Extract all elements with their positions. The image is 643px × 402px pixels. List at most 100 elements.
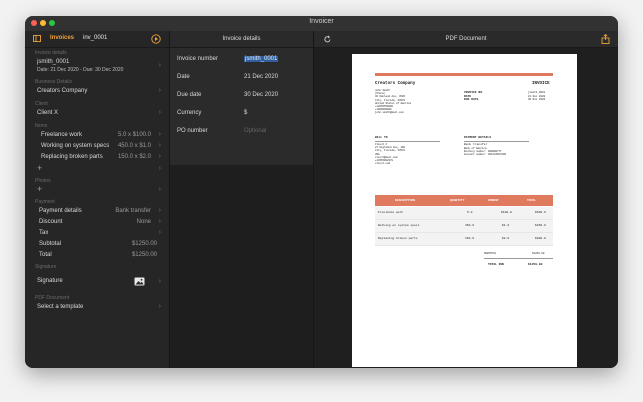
item-name: Replacing broken parts	[41, 154, 103, 160]
pdf-payment-label: PAYMENT DETAILS	[464, 136, 492, 139]
invoice-details-pane: Invoice details Invoice number jsmith_00…	[170, 31, 314, 368]
share-icon[interactable]	[601, 34, 610, 44]
pdf-col-total: TOTAL	[527, 199, 537, 202]
row-amount: $1.0	[502, 224, 510, 227]
pdf-meta-labels: INVOICE NO. DATE DUE DATE	[464, 91, 484, 102]
pdf-document-header: PDF Document	[314, 31, 618, 48]
pdf-from-address: John Smith (Phone) 46 Oakland Ave, 4506 …	[375, 89, 412, 115]
pdf-col-amount: AMOUNT	[488, 199, 499, 202]
payment-details-item[interactable]: Payment details Bank transfer ›	[25, 206, 169, 217]
chevron-right-icon: ›	[158, 218, 161, 225]
business-item[interactable]: Creators Company ›	[25, 86, 169, 97]
chevron-right-icon: ›	[158, 303, 161, 310]
invoice-dates: Date: 21 Dec 2020 - Due: 30 Dec 2020	[37, 67, 124, 73]
invoice-details-form: Invoice number jsmith_0001 Date 21 Dec 2…	[170, 48, 313, 165]
field-label: Due date	[177, 92, 202, 98]
total-label: Total	[39, 252, 52, 258]
total-row: Total $1250.00	[25, 250, 169, 261]
invoices-back-link[interactable]: Invoices	[50, 35, 74, 41]
date-input[interactable]: 21 Dec 2020	[244, 74, 278, 80]
chevron-right-icon: ›	[158, 278, 161, 285]
field-label: Invoice number	[177, 56, 219, 62]
client-name: Client X	[37, 110, 59, 116]
row-total: $300.0	[535, 237, 546, 240]
pdf-company: Creators Company	[375, 82, 416, 86]
signature-item[interactable]: Signature ›	[25, 276, 169, 289]
pdf-meta-values: jsmith_0001 21 Dec 2020 30 Dec 2020	[528, 91, 546, 102]
sidebar-header: Invoices inv_0001	[25, 31, 169, 48]
due-date-field[interactable]: Due date 30 Dec 2020	[170, 86, 313, 104]
row-description: Working on system specs	[378, 224, 420, 227]
field-label: Currency	[177, 110, 202, 116]
select-template-item[interactable]: Select a template ›	[25, 302, 169, 313]
window-title: Invoicer	[309, 18, 334, 25]
chevron-right-icon: ›	[158, 131, 161, 138]
payment-value: Bank transfer	[115, 208, 151, 214]
list-item[interactable]: Replacing broken parts 150.0 x $2.0 ›	[25, 152, 169, 163]
po-number-field[interactable]: PO number Optional	[170, 122, 313, 140]
tax-item[interactable]: Tax ›	[25, 228, 169, 239]
payment-label: Payment details	[39, 208, 82, 214]
invoice-summary-item[interactable]: jsmith_0001 Date: 21 Dec 2020 - Due: 30 …	[25, 57, 169, 75]
sidebar-toggle-icon[interactable]	[33, 35, 41, 42]
chevron-right-icon: ›	[158, 142, 161, 149]
pdf-heading: INVOICE	[532, 82, 550, 86]
pdf-divider	[464, 141, 529, 142]
chevron-right-icon: ›	[158, 165, 161, 172]
section-signature: Signature	[35, 264, 57, 270]
chevron-right-icon: ›	[158, 229, 161, 236]
subtotal-value: $1250.00	[131, 241, 157, 247]
add-photo-button[interactable]: + ›	[25, 184, 169, 196]
field-label: PO number	[177, 128, 208, 134]
pdf-preview-pane: PDF Document Creators Company INVOICE Jo…	[314, 31, 618, 368]
sidebar: Invoices inv_0001 Invoice details jsmith…	[25, 31, 170, 368]
chevron-right-icon: ›	[158, 186, 161, 193]
pdf-total-value: $1250.00	[528, 263, 543, 266]
client-item[interactable]: Client X ›	[25, 108, 169, 119]
table-row: Working on system specs 450.0 $1.0 $450.…	[375, 220, 553, 233]
pdf-subtotal-label: SUBTOTAL	[484, 252, 497, 255]
play-icon[interactable]	[151, 34, 161, 44]
date-field[interactable]: Date 21 Dec 2020	[170, 68, 313, 86]
item-value: 5.0 x $100.0	[117, 132, 151, 138]
pdf-divider	[484, 258, 553, 259]
section-payment: Payment	[35, 199, 55, 205]
row-description: Freelance work	[378, 211, 404, 214]
list-item[interactable]: Working on system specs 450.0 x $1.0 ›	[25, 141, 169, 152]
discount-label: Discount	[39, 219, 63, 225]
business-name: Creators Company	[37, 88, 88, 94]
section-client: Client	[35, 101, 48, 107]
section-pdf-document: PDF Document	[35, 295, 70, 301]
row-amount: $100.0	[501, 211, 512, 214]
row-quantity: 150.0	[465, 237, 475, 240]
pdf-bill-to-label: BILL TO	[375, 136, 388, 139]
subtotal-row: Subtotal $1250.00	[25, 239, 169, 250]
list-item[interactable]: Freelance work 5.0 x $100.0 ›	[25, 130, 169, 141]
app-window: Invoicer Invoices inv_0001 Invoice detai…	[25, 16, 618, 368]
pdf-col-quantity: QUANTITY	[450, 199, 465, 202]
invoice-details-header: Invoice details	[170, 31, 313, 48]
currency-input[interactable]: $	[244, 110, 247, 116]
image-icon	[134, 277, 145, 286]
item-name: Freelance work	[41, 132, 83, 138]
subtotal-label: Subtotal	[39, 241, 62, 247]
discount-value: None	[136, 219, 151, 225]
chevron-right-icon: ›	[158, 62, 161, 69]
item-name: Working on system specs	[41, 143, 110, 149]
refresh-icon[interactable]	[323, 35, 332, 44]
row-total: $450.0	[535, 224, 546, 227]
invoice-number-field[interactable]: Invoice number jsmith_0001	[170, 50, 313, 68]
pdf-accent-bar	[375, 73, 553, 76]
chevron-right-icon: ›	[158, 109, 161, 116]
item-value: 150.0 x $2.0	[117, 154, 151, 160]
discount-item[interactable]: Discount None ›	[25, 217, 169, 228]
pdf-payment-info: Bank of America Routing number: 00000077…	[464, 147, 507, 157]
currency-field[interactable]: Currency $	[170, 104, 313, 122]
add-item-button[interactable]: + ›	[25, 163, 169, 175]
due-date-input[interactable]: 30 Dec 2020	[244, 92, 278, 98]
invoice-number-input[interactable]: jsmith_0001	[244, 56, 279, 62]
table-row: Freelance work 5.0 $100.0 $500.0	[375, 207, 553, 220]
po-number-input[interactable]: Optional	[244, 128, 266, 134]
row-quantity: 450.0	[465, 224, 475, 227]
pdf-col-description: DESCRIPTION	[395, 199, 415, 202]
